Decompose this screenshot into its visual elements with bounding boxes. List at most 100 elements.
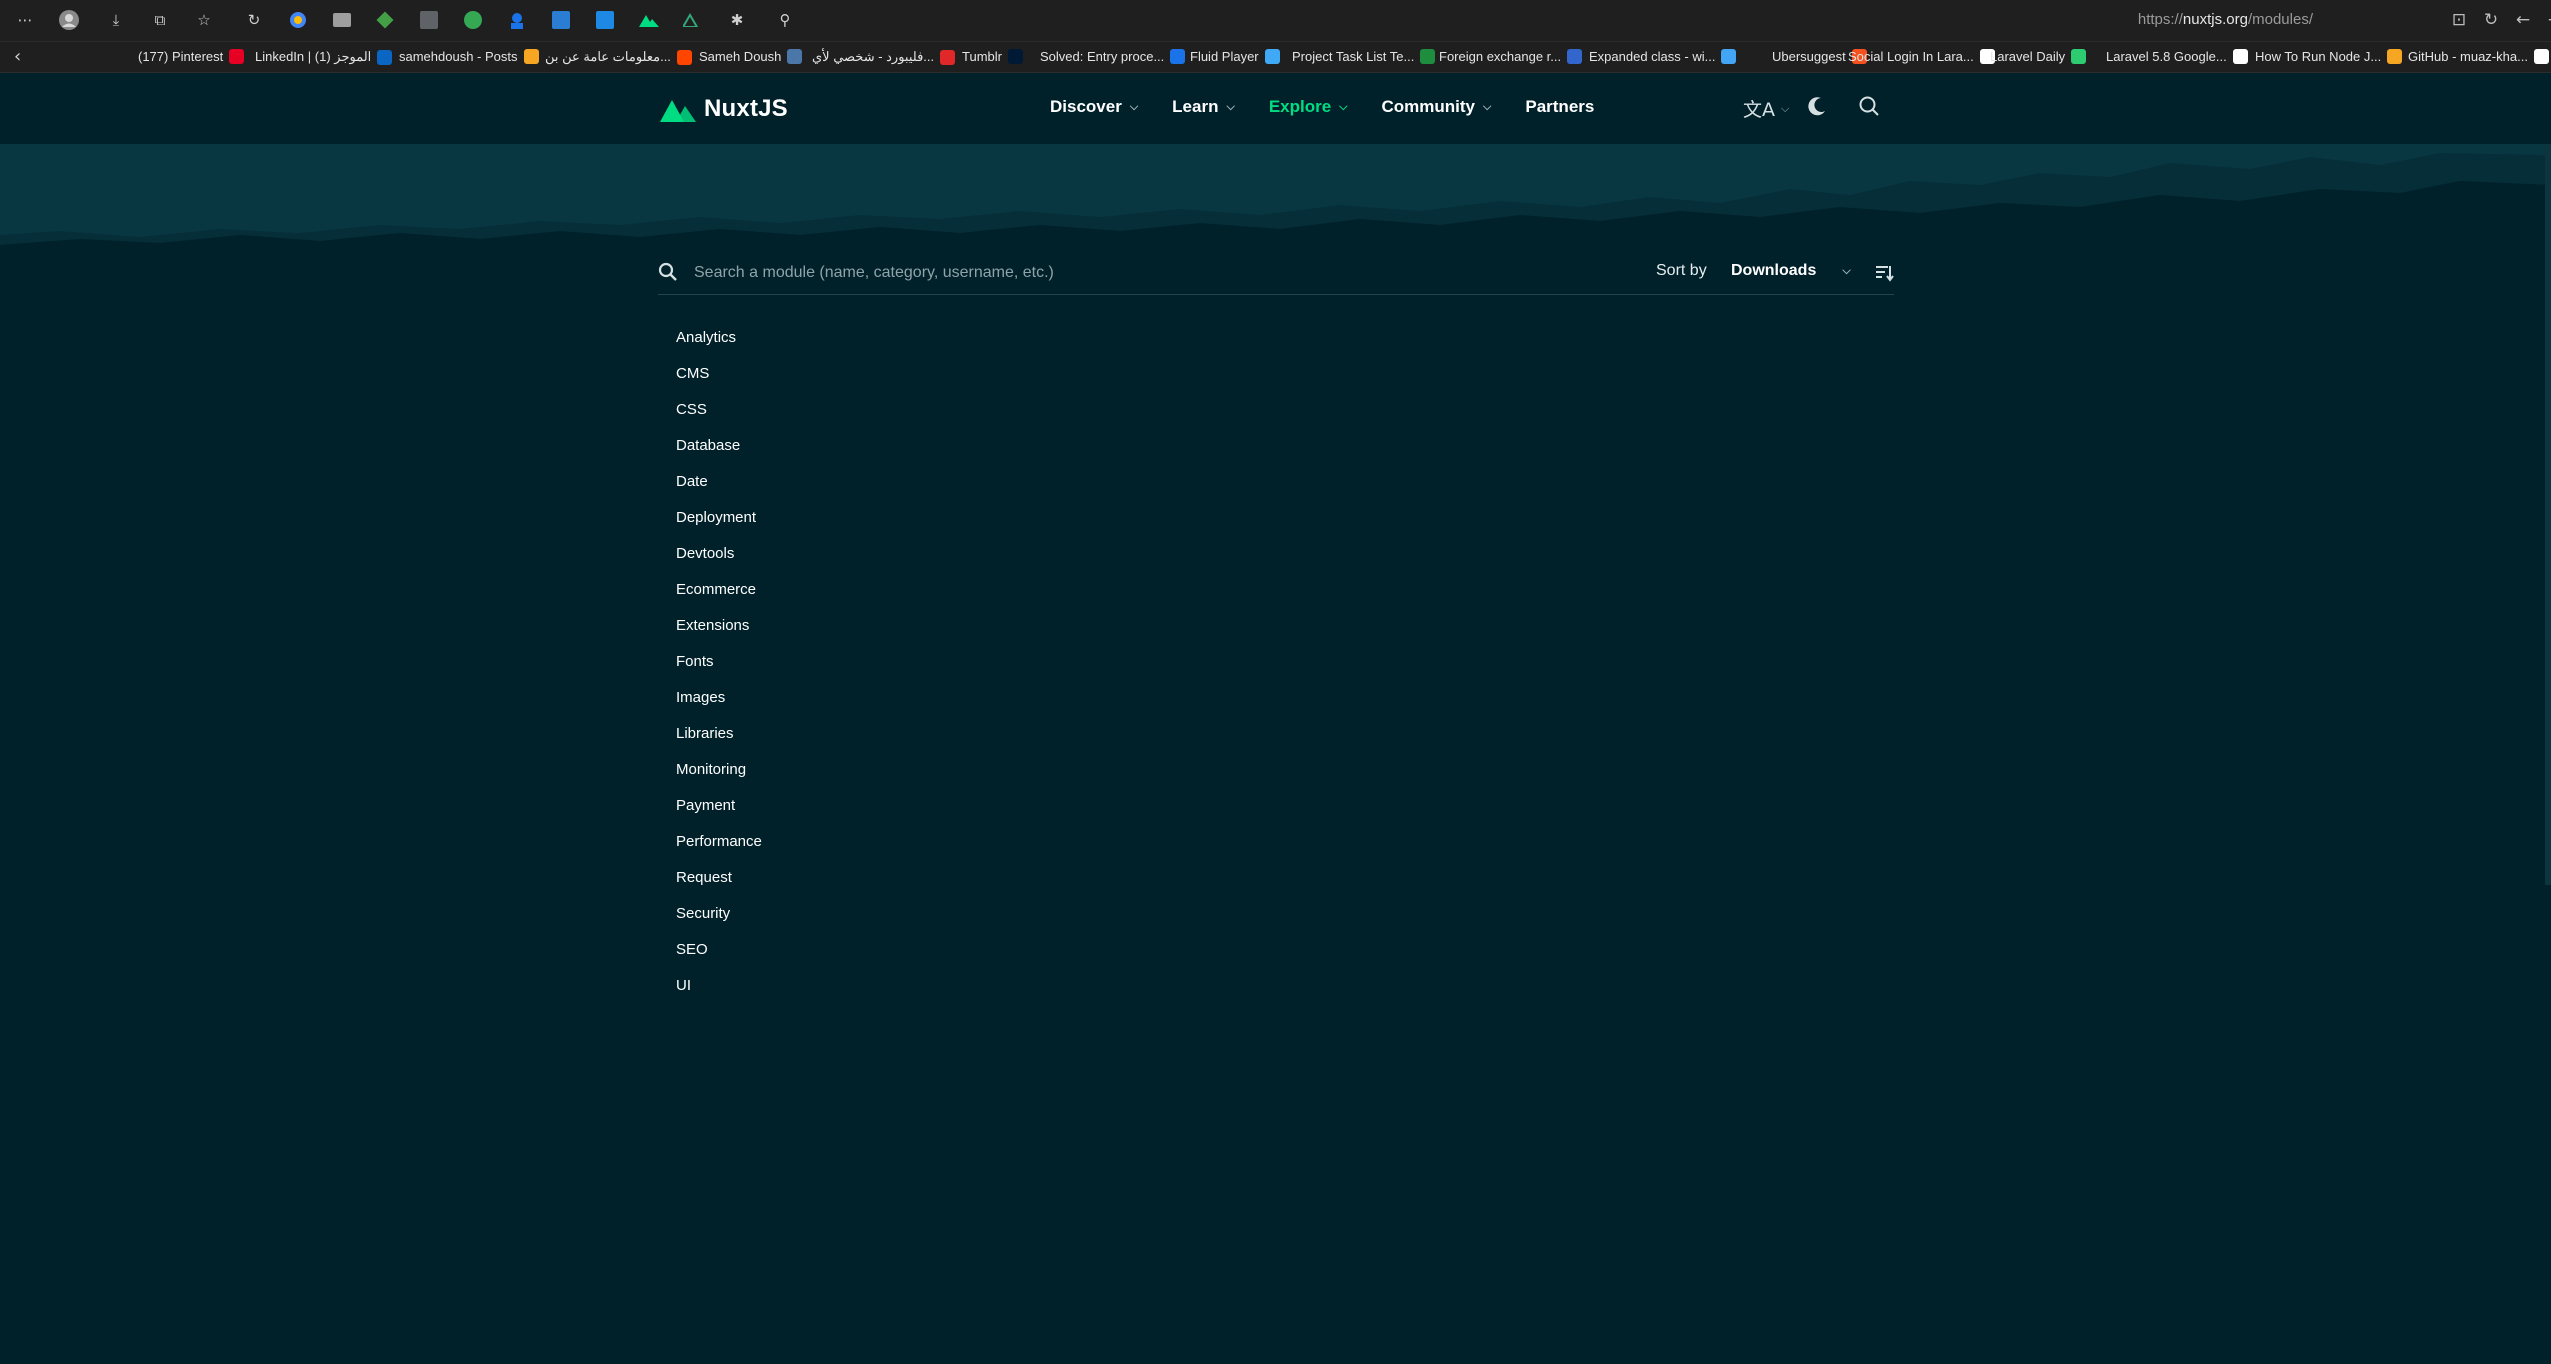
favorites-icon[interactable]: ☆ <box>193 9 215 31</box>
reload-icon[interactable]: ↻ <box>2479 9 2503 31</box>
bookmark-item[interactable]: Solved: Entry proce... <box>1040 49 1186 64</box>
category-link-request[interactable]: Request <box>676 867 762 903</box>
more-icon[interactable]: ⋯ <box>14 9 36 31</box>
language-selector[interactable]: 文A ⌵ <box>1743 95 1789 122</box>
page-scrollbar[interactable] <box>2545 145 2551 885</box>
extension-icon[interactable] <box>594 9 616 31</box>
site-header: NuxtJS Discover ⌵ Learn ⌵ Explore ⌵ Comm… <box>0 73 2551 145</box>
gear-extension-icon[interactable]: ✱ <box>726 9 748 31</box>
bookmark-item[interactable]: معلومات عامة عن بن... <box>545 49 692 65</box>
module-search-input[interactable] <box>692 258 1596 288</box>
nuxt-mountain-icon <box>660 100 696 122</box>
category-link-devtools[interactable]: Devtools <box>676 543 762 579</box>
extension-icon[interactable] <box>287 9 309 31</box>
bookmark-item[interactable]: (177) Pinterest <box>138 49 245 64</box>
bookmark-favicon-icon <box>787 49 803 64</box>
bookmark-item[interactable]: Sameh Doush <box>699 49 803 64</box>
nav-explore[interactable]: Explore ⌵ <box>1269 97 1348 117</box>
category-link-ecommerce[interactable]: Ecommerce <box>676 579 762 615</box>
vue-extension-icon[interactable] <box>682 9 704 31</box>
extension-icon[interactable] <box>462 9 484 31</box>
category-link-fonts[interactable]: Fonts <box>676 651 762 687</box>
bookmark-label: فليبورد - شخصي لأي... <box>812 49 935 64</box>
bookmark-item[interactable]: Tumblr <box>962 49 1023 64</box>
profile-icon[interactable] <box>58 9 80 31</box>
bookmark-label: معلومات عامة عن بن... <box>545 49 671 64</box>
chevron-left-icon[interactable]: ‹ <box>14 46 21 67</box>
extension-icon[interactable] <box>418 9 440 31</box>
refresh-extension-icon[interactable]: ↻ <box>243 9 265 31</box>
category-link-extensions[interactable]: Extensions <box>676 615 762 651</box>
nav-partners[interactable]: Partners <box>1525 97 1594 117</box>
extension-icon[interactable] <box>550 9 572 31</box>
category-link-seo[interactable]: SEO <box>676 939 762 975</box>
bookmark-label: Laravel Daily <box>1990 49 2066 64</box>
bookmark-item[interactable]: Foreign exchange r... <box>1439 49 1583 64</box>
downloads-icon[interactable]: ⤓ <box>105 9 127 31</box>
category-link-performance[interactable]: Performance <box>676 831 762 867</box>
sort-order-icon[interactable] <box>1874 262 1894 282</box>
bookmark-favicon-icon <box>940 49 956 65</box>
bookmark-label: Fluid Player <box>1190 49 1259 64</box>
category-link-libraries[interactable]: Libraries <box>676 723 762 759</box>
extensions-puzzle-icon[interactable]: ⚲ <box>774 9 796 31</box>
category-link-date[interactable]: Date <box>676 471 762 507</box>
category-link-security[interactable]: Security <box>676 903 762 939</box>
nav-learn[interactable]: Learn ⌵ <box>1172 97 1235 117</box>
bookmark-item[interactable]: GitHub - muaz-kha... <box>2408 49 2549 64</box>
category-link-payment[interactable]: Payment <box>676 795 762 831</box>
category-link-cms[interactable]: CMS <box>676 363 762 399</box>
bookmark-label: Solved: Entry proce... <box>1040 49 1165 64</box>
logo-text: NuxtJS <box>704 95 788 122</box>
main-nav: Discover ⌵ Learn ⌵ Explore ⌵ Community ⌵… <box>1050 97 1628 117</box>
bookmark-item[interactable]: Laravel Daily <box>1990 49 2087 64</box>
category-link-monitoring[interactable]: Monitoring <box>676 759 762 795</box>
category-link-database[interactable]: Database <box>676 435 762 471</box>
bookmark-item[interactable]: Fluid Player <box>1190 49 1280 64</box>
bookmark-item[interactable]: فليبورد - شخصي لأي... <box>812 49 956 65</box>
bookmark-item[interactable]: samehdoush - Posts <box>399 49 539 64</box>
nav-community[interactable]: Community ⌵ <box>1382 97 1492 117</box>
forward-icon[interactable]: → <box>2543 9 2551 31</box>
translate-icon: 文A <box>1743 99 1775 121</box>
extension-icon[interactable] <box>506 9 528 31</box>
sort-label: Sort by <box>1656 262 1707 279</box>
bookmark-item[interactable]: How To Run Node J... <box>2255 49 2403 64</box>
category-list: Analytics CMS CSS Database Date Deployment Dev… <box>676 327 762 1011</box>
bookmark-item[interactable]: Social Login In Lara... <box>1848 49 1995 64</box>
bookmark-item[interactable]: Project Task List Te... <box>1292 49 1436 64</box>
collections-icon[interactable]: ⧉ <box>149 9 171 31</box>
address-bar[interactable]: https://nuxtjs.org/modules/ <box>2138 11 2313 28</box>
chevron-down-icon: ⌵ <box>1781 101 1790 115</box>
nav-discover[interactable]: Discover ⌵ <box>1050 97 1138 117</box>
header-search-icon[interactable] <box>1858 95 1880 117</box>
chevron-down-icon: ⌵ <box>1226 100 1235 113</box>
chevron-down-icon: ⌵ <box>1842 264 1851 277</box>
extension-icon[interactable] <box>374 9 396 31</box>
browser-toolbar: ⋯ ⤓ ⧉ ☆ ↻ ✱ ⚲ https://nuxtjs.org/modules… <box>0 0 2551 42</box>
bookmark-favicon-icon <box>229 49 245 64</box>
bookmark-label: Ubersuggest <box>1772 49 1846 64</box>
bookmark-label: GitHub - muaz-kha... <box>2408 49 2528 64</box>
nuxt-extension-icon[interactable] <box>638 9 660 31</box>
nav-label: Explore <box>1268 97 1332 116</box>
bookmark-label: Foreign exchange r... <box>1439 49 1562 64</box>
search-icon <box>658 262 677 281</box>
category-link-css[interactable]: CSS <box>676 399 762 435</box>
category-link-deployment[interactable]: Deployment <box>676 507 762 543</box>
moon-icon[interactable] <box>1806 95 1828 117</box>
bookmark-label: Expanded class - wi... <box>1589 49 1716 64</box>
category-link-analytics[interactable]: Analytics <box>676 327 762 363</box>
bookmark-favicon-icon <box>1170 49 1186 64</box>
bookmark-item[interactable]: Laravel 5.8 Google... <box>2106 49 2248 64</box>
nuxt-logo[interactable]: NuxtJS <box>660 95 788 123</box>
extension-icon[interactable] <box>331 9 353 31</box>
bookmark-item[interactable]: Expanded class - wi... <box>1589 49 1737 64</box>
category-link-images[interactable]: Images <box>676 687 762 723</box>
lock-icon[interactable]: ⊡ <box>2447 9 2471 31</box>
bookmark-label: Tumblr <box>962 49 1002 64</box>
sort-select[interactable]: Downloads ⌵ <box>1731 262 1851 280</box>
category-link-ui[interactable]: UI <box>676 975 762 1011</box>
bookmark-item[interactable]: LinkedIn | الموجز (1) <box>255 49 393 65</box>
back-icon[interactable]: ← <box>2511 9 2535 31</box>
